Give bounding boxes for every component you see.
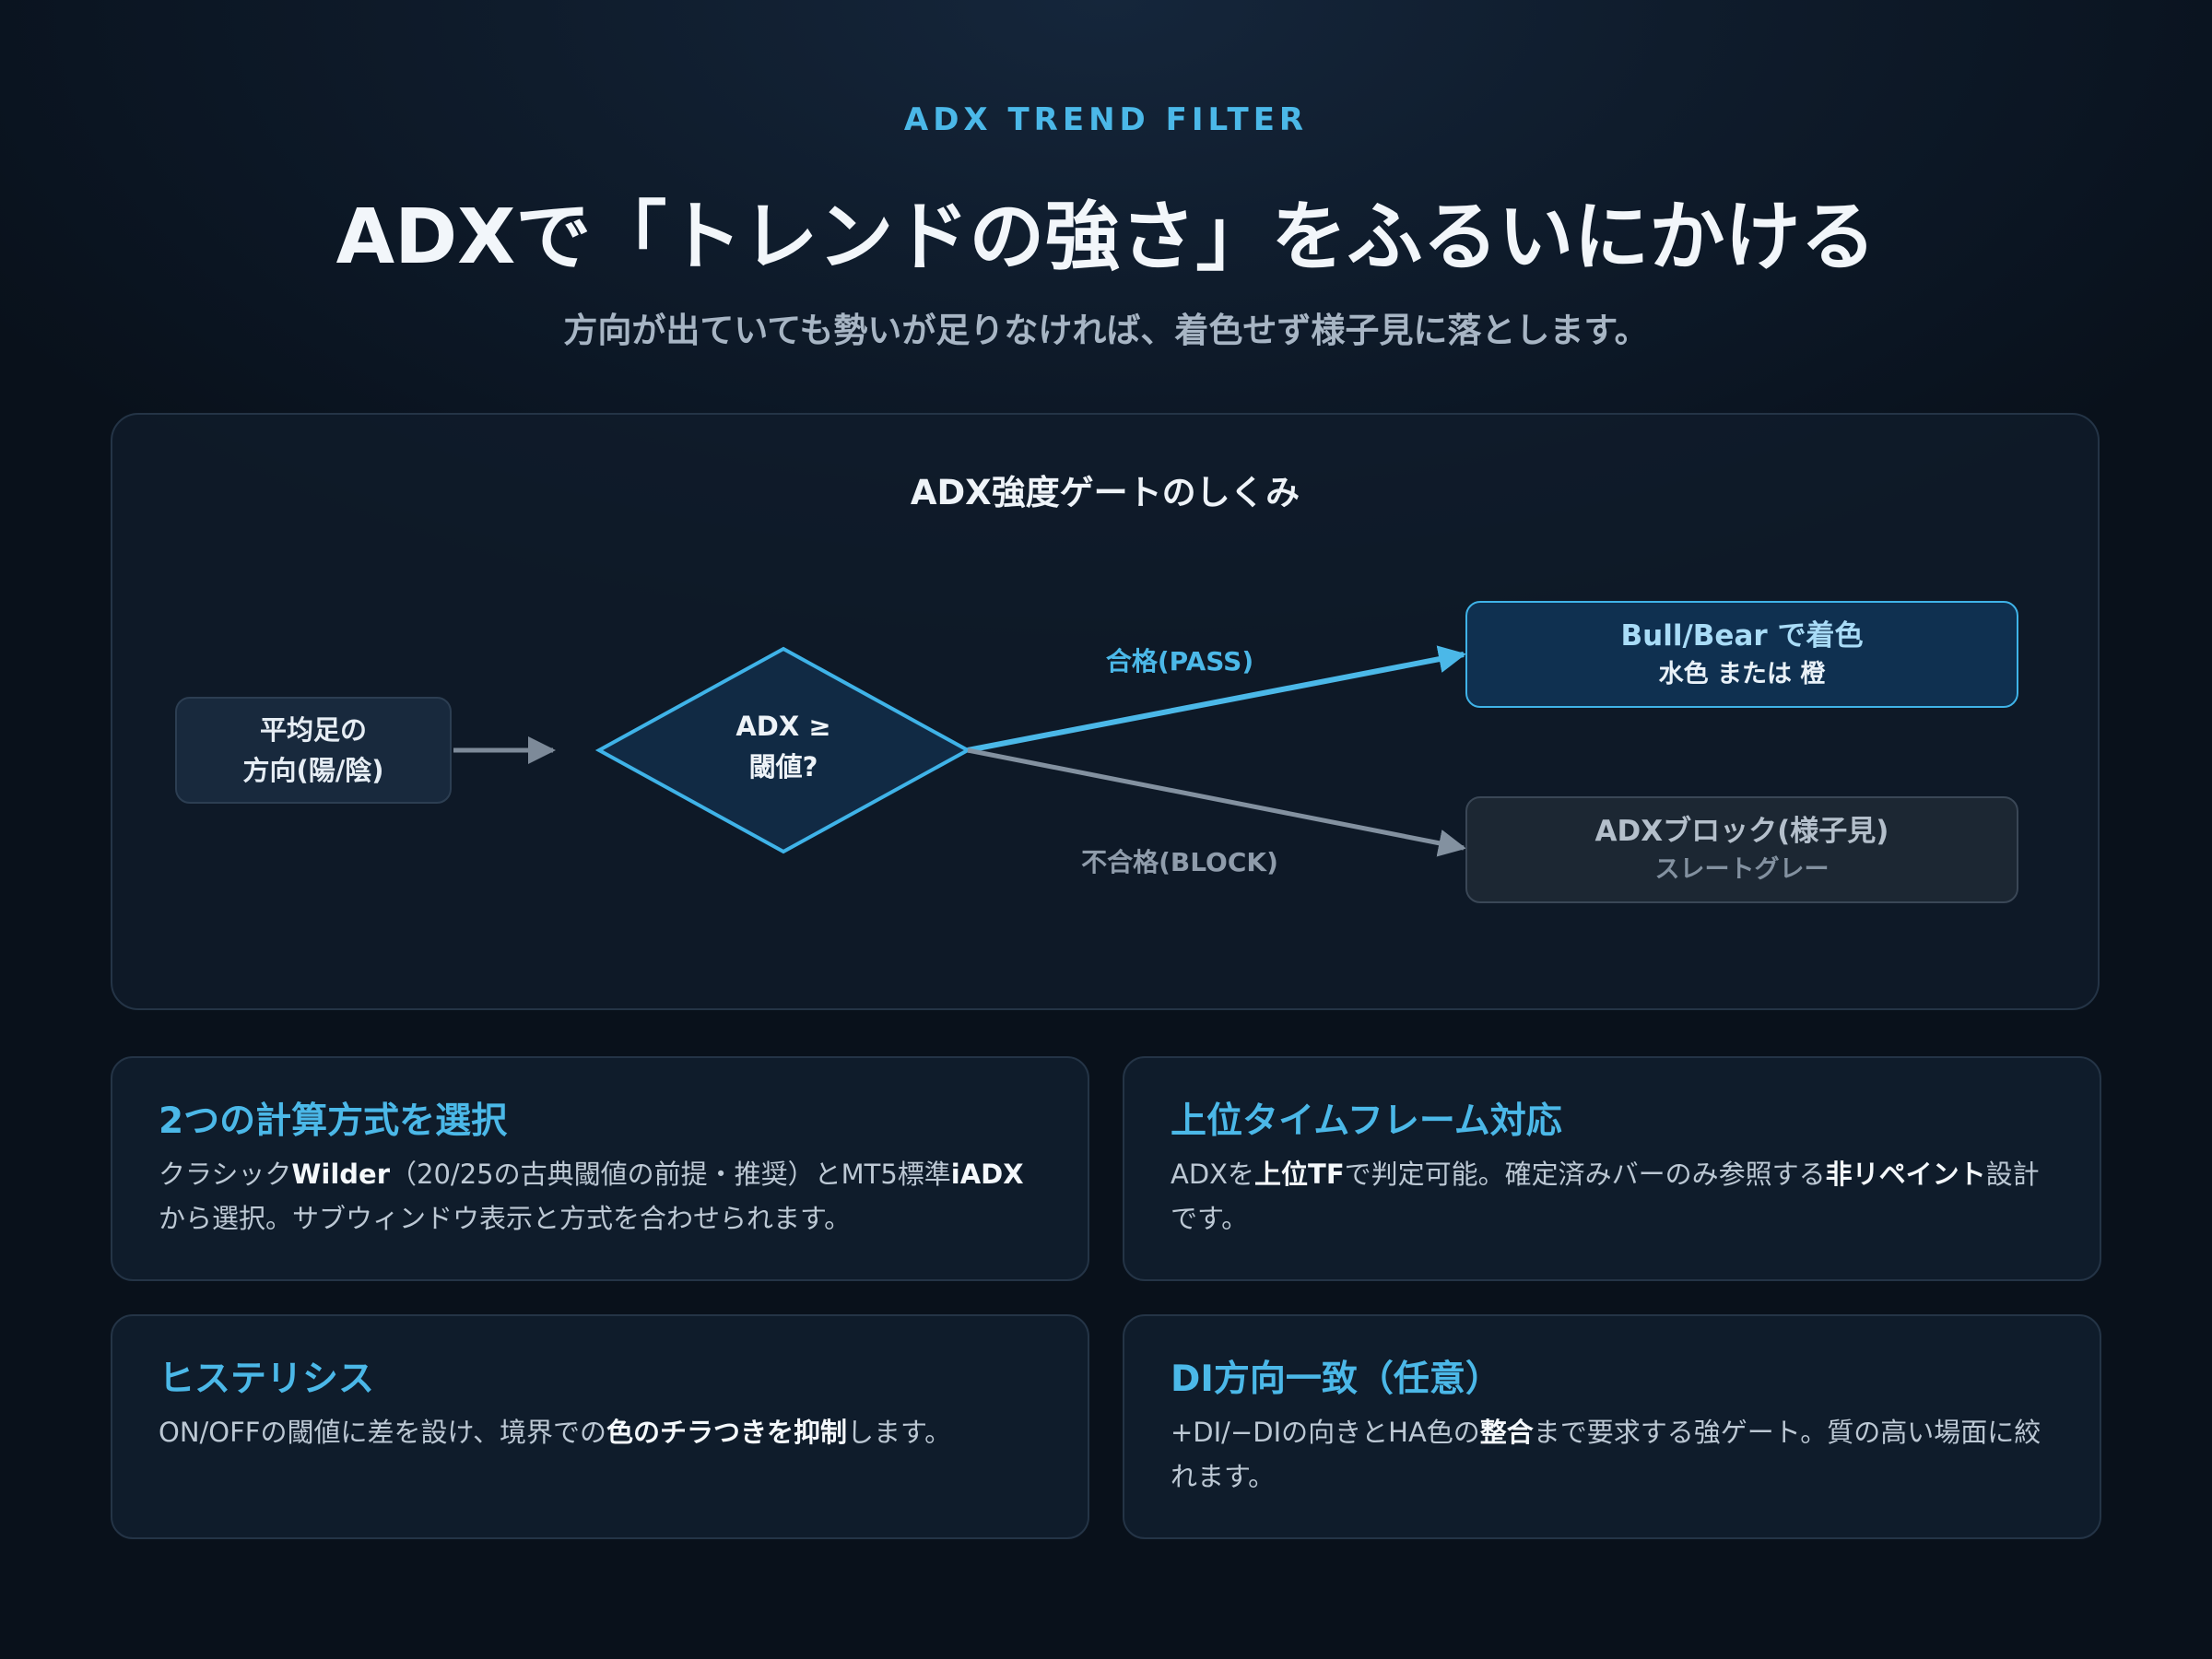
input-node-line2: 方向(陽/陰) [242,755,384,786]
decision-line2: 閾値? [748,751,818,782]
pass-node: Bull/Bear で着色 水色 または 橙 [1465,601,2018,708]
feature-card-body: クラシックWilder（20/25の古典閾値の前提・推奨）とMT5標準iADXか… [159,1159,1024,1234]
feature-card-body: +DI/−DIの向きとHA色の整合まで要求する強ゲート。質の高い場面に絞れます。 [1171,1417,2041,1492]
feature-card-hysteresis: ヒステリシス ON/OFFの閾値に差を設け、境界での色のチラつきを抑制します。 [111,1314,1089,1539]
feature-card-body: ON/OFFの閾値に差を設け、境界での色のチラつきを抑制します。 [159,1417,952,1448]
input-node-line1: 平均足の [259,714,367,746]
block-node-subtitle: スレートグレー [1654,855,1830,884]
pass-node-title: Bull/Bear で着色 [1620,619,1864,653]
decision-line1: ADX ≥ [735,711,831,742]
block-node-title: ADXブロック(様子見) [1594,815,1889,848]
feature-card-di-alignment: DI方向一致（任意） +DI/−DIの向きとHA色の整合まで要求する強ゲート。質… [1123,1314,2101,1539]
page-title: ADXで「トレンドの強さ」をふるいにかける [335,194,1877,281]
input-node: 平均足の 方向(陽/陰) [175,697,452,804]
feature-card-higher-timeframe: 上位タイムフレーム対応 ADXを上位TFで判定可能。確定済みバーのみ参照する非リ… [1123,1056,2101,1281]
pass-node-subtitle: 水色 または 橙 [1658,660,1826,688]
diagram-title: ADX強度ゲートのしくみ [910,473,1300,512]
eyebrow: ADX TREND FILTER [903,101,1309,138]
feature-card-title: DI方向一致（任意） [1171,1359,1501,1400]
feature-card-title: 上位タイムフレーム対応 [1171,1100,1562,1142]
decision-label: ADX ≥ 閾値? [645,706,922,787]
feature-card-title: 2つの計算方式を選択 [159,1100,508,1142]
block-edge-label: 不合格(BLOCK) [1081,847,1278,877]
pass-edge-label: 合格(PASS) [1105,646,1254,677]
feature-card-calc-method: 2つの計算方式を選択 クラシックWilder（20/25の古典閾値の前提・推奨）… [111,1056,1089,1281]
feature-card-body: ADXを上位TFで判定可能。確定済みバーのみ参照する非リペイント設計です。 [1171,1159,2040,1234]
block-node: ADXブロック(様子見) スレートグレー [1465,796,2018,903]
feature-card-title: ヒステリシス [159,1359,375,1400]
page-subtitle: 方向が出ていても勢いが足りなければ、着色せず様子見に落とします。 [563,311,1649,350]
